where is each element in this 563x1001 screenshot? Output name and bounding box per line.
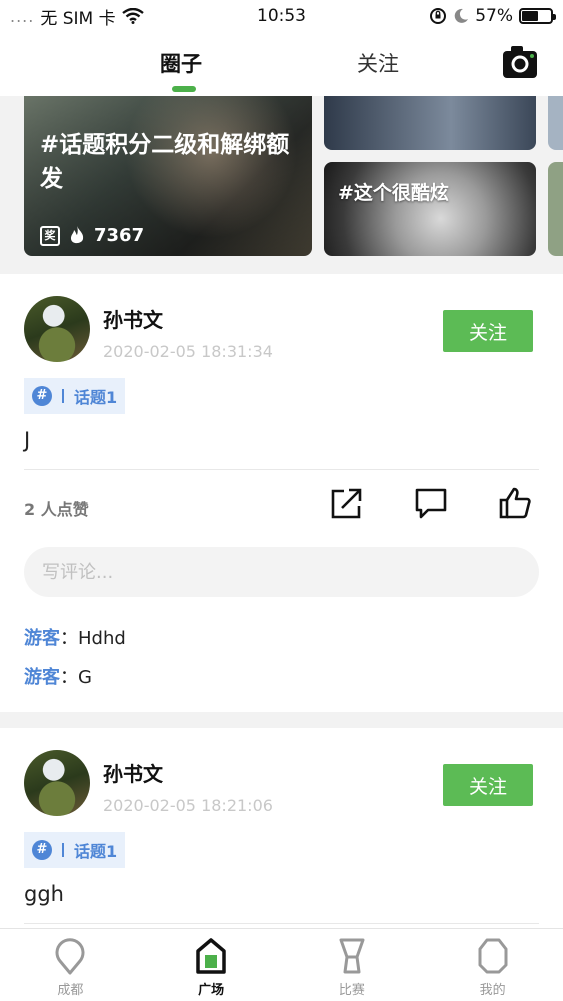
post-text: J bbox=[24, 428, 31, 452]
flame-icon bbox=[70, 225, 84, 243]
divider bbox=[24, 469, 539, 470]
battery-icon bbox=[519, 8, 556, 24]
home-icon bbox=[196, 938, 226, 974]
battery-percent: 57% bbox=[475, 6, 513, 26]
post-separator bbox=[0, 712, 563, 728]
author-name[interactable]: 孙书文 bbox=[103, 304, 163, 333]
top-nav: 圈子 关注 bbox=[0, 36, 563, 94]
comment-item: 游客：Hdhd bbox=[24, 624, 126, 650]
moon-icon bbox=[454, 8, 469, 23]
topic-card-title: #话题积分二级和解绑额发 bbox=[40, 132, 290, 192]
topic-card-meta: 奖 7367 bbox=[40, 225, 144, 246]
topic-tag-label: 话题1 bbox=[74, 388, 118, 407]
tab-label: 我的 bbox=[479, 983, 506, 998]
bottom-tab-bar: 成都 广场 比赛 我的 bbox=[0, 928, 563, 1001]
tag-divider bbox=[62, 843, 64, 857]
tab-match[interactable]: 比赛 bbox=[282, 929, 423, 1001]
comment-input[interactable] bbox=[24, 547, 539, 597]
follow-button[interactable]: 关注 bbox=[443, 764, 533, 806]
comment-item: 游客：G bbox=[24, 663, 92, 689]
orientation-lock-icon bbox=[430, 8, 447, 24]
comment-author[interactable]: 游客 bbox=[24, 667, 60, 688]
post-time: 2020-02-05 18:31:34 bbox=[103, 342, 273, 361]
topic-tag[interactable]: # 话题1 bbox=[24, 378, 126, 414]
like-count: 2 人点赞 bbox=[24, 500, 89, 519]
post-card: 孙书文 2020-02-05 18:31:34 关注 # 话题1 J 2 人点赞… bbox=[0, 274, 563, 712]
signal-indicator: .... bbox=[10, 6, 35, 26]
tab-label: 广场 bbox=[198, 983, 225, 998]
heat-count: 7367 bbox=[94, 225, 145, 246]
status-left: .... 无 SIM 卡 bbox=[10, 4, 144, 29]
status-bar: .... 无 SIM 卡 10:53 57% bbox=[0, 0, 563, 32]
follow-button[interactable]: 关注 bbox=[443, 310, 533, 352]
comment-text: Hdhd bbox=[78, 628, 126, 649]
battery-level bbox=[522, 11, 538, 21]
tab-chengdu[interactable]: 成都 bbox=[0, 929, 141, 1001]
post-text: ggh bbox=[24, 882, 64, 906]
tab-follow[interactable]: 关注 bbox=[357, 48, 399, 78]
camera-icon[interactable] bbox=[502, 44, 538, 80]
topic-card-edge[interactable] bbox=[548, 96, 563, 150]
avatar[interactable] bbox=[24, 750, 90, 816]
topic-tag[interactable]: # 话题1 bbox=[24, 832, 126, 868]
tab-mine[interactable]: 我的 bbox=[422, 929, 563, 1001]
avatar[interactable] bbox=[24, 296, 90, 362]
topic-tag-label: 话题1 bbox=[74, 842, 118, 861]
tab-square[interactable]: 广场 bbox=[141, 929, 282, 1001]
award-icon: 奖 bbox=[40, 225, 60, 246]
topic-card-partial[interactable] bbox=[324, 96, 536, 150]
tab-circle[interactable]: 圈子 bbox=[160, 48, 202, 78]
tag-divider bbox=[62, 389, 64, 403]
post-card: 孙书文 2020-02-05 18:21:06 关注 # 话题1 ggh bbox=[0, 728, 563, 928]
thumbs-up-icon[interactable] bbox=[498, 486, 532, 520]
tab-indicator bbox=[172, 86, 196, 92]
topic-card-small-title: #这个很酷炫 bbox=[338, 182, 449, 204]
topic-strip: #话题积分二级和解绑额发 奖 7367 #这个很酷炫 bbox=[0, 96, 563, 274]
location-pin-icon bbox=[55, 938, 85, 975]
topic-card-edge[interactable] bbox=[548, 162, 563, 256]
comment-text: G bbox=[78, 667, 92, 688]
hashtag-icon: # bbox=[32, 386, 52, 406]
hashtag-icon: # bbox=[32, 840, 52, 860]
post-time: 2020-02-05 18:21:06 bbox=[103, 796, 273, 815]
comment-icon[interactable] bbox=[414, 486, 448, 520]
profile-icon bbox=[478, 938, 508, 974]
comment-separator: ： bbox=[60, 628, 78, 649]
comment-author[interactable]: 游客 bbox=[24, 628, 60, 649]
trophy-icon bbox=[339, 938, 365, 974]
divider bbox=[24, 923, 539, 924]
tab-label: 比赛 bbox=[338, 983, 365, 998]
comment-separator: ： bbox=[60, 667, 78, 688]
wifi-icon bbox=[121, 8, 144, 24]
carrier-label: 无 SIM 卡 bbox=[40, 8, 116, 29]
share-icon[interactable] bbox=[330, 486, 364, 520]
tab-label: 成都 bbox=[57, 983, 84, 998]
author-name[interactable]: 孙书文 bbox=[103, 758, 163, 787]
topic-card-small[interactable]: #这个很酷炫 bbox=[324, 162, 536, 256]
topic-card-featured[interactable]: #话题积分二级和解绑额发 奖 7367 bbox=[24, 96, 312, 256]
status-right: 57% bbox=[429, 6, 556, 26]
